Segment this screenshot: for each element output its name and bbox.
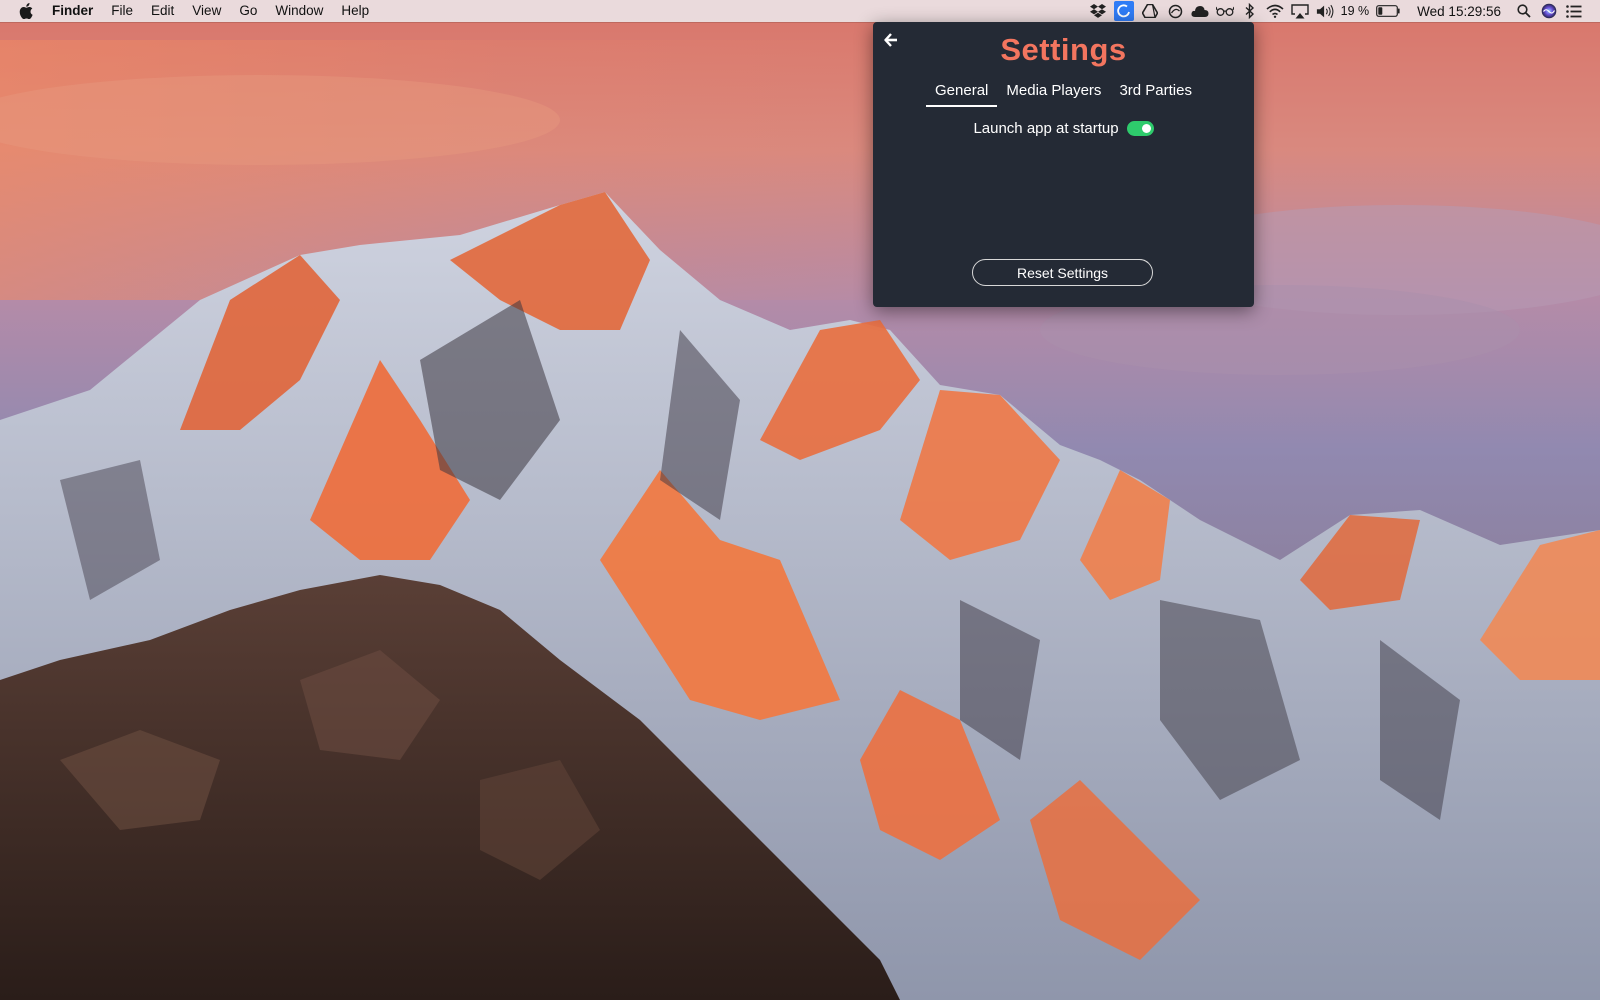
launch-at-startup-label: Launch app at startup xyxy=(973,120,1119,137)
app-active-icon[interactable] xyxy=(1114,1,1135,21)
bluetooth-icon[interactable] xyxy=(1241,2,1259,20)
sync-circle-icon[interactable] xyxy=(1166,2,1184,20)
dropbox-icon[interactable] xyxy=(1089,2,1107,20)
settings-panel: Settings General Media Players 3rd Parti… xyxy=(873,22,1254,307)
desktop: Finder File Edit View Go Window Help 19 … xyxy=(0,0,1600,1000)
cloud-app-icon[interactable] xyxy=(1191,2,1209,20)
menu-help[interactable]: Help xyxy=(332,0,378,22)
wifi-icon[interactable] xyxy=(1266,2,1284,20)
launch-at-startup-row: Launch app at startup xyxy=(873,120,1254,137)
glasses-icon[interactable] xyxy=(1216,2,1235,20)
tab-3rd-parties[interactable]: 3rd Parties xyxy=(1110,82,1201,107)
menu-go[interactable]: Go xyxy=(230,0,266,22)
menu-bar: Finder File Edit View Go Window Help 19 … xyxy=(0,0,1600,22)
menu-view[interactable]: View xyxy=(183,0,230,22)
spotlight-search-icon[interactable] xyxy=(1515,2,1533,20)
menu-app-name[interactable]: Finder xyxy=(52,0,102,22)
menu-file[interactable]: File xyxy=(102,0,142,22)
desktop-wallpaper xyxy=(0,0,1600,1000)
battery-percent[interactable]: 19 % xyxy=(1341,4,1370,18)
apple-menu-icon[interactable] xyxy=(18,3,34,19)
tab-media-players[interactable]: Media Players xyxy=(997,82,1110,107)
settings-title: Settings xyxy=(1000,32,1127,67)
google-drive-icon[interactable] xyxy=(1141,2,1159,20)
volume-icon[interactable] xyxy=(1316,2,1334,20)
airplay-icon[interactable] xyxy=(1291,2,1309,20)
reset-settings-button[interactable]: Reset Settings xyxy=(972,259,1153,286)
siri-icon[interactable] xyxy=(1540,2,1558,20)
tab-general[interactable]: General xyxy=(926,82,998,107)
notification-center-icon[interactable] xyxy=(1565,2,1583,20)
battery-icon[interactable] xyxy=(1375,2,1400,20)
settings-tabs: General Media Players 3rd Parties xyxy=(873,82,1254,107)
launch-at-startup-toggle[interactable] xyxy=(1126,121,1154,136)
menu-edit[interactable]: Edit xyxy=(142,0,183,22)
menu-window[interactable]: Window xyxy=(266,0,332,22)
toggle-knob xyxy=(1141,124,1151,133)
menu-clock[interactable]: Wed 15:29:56 xyxy=(1417,4,1501,19)
